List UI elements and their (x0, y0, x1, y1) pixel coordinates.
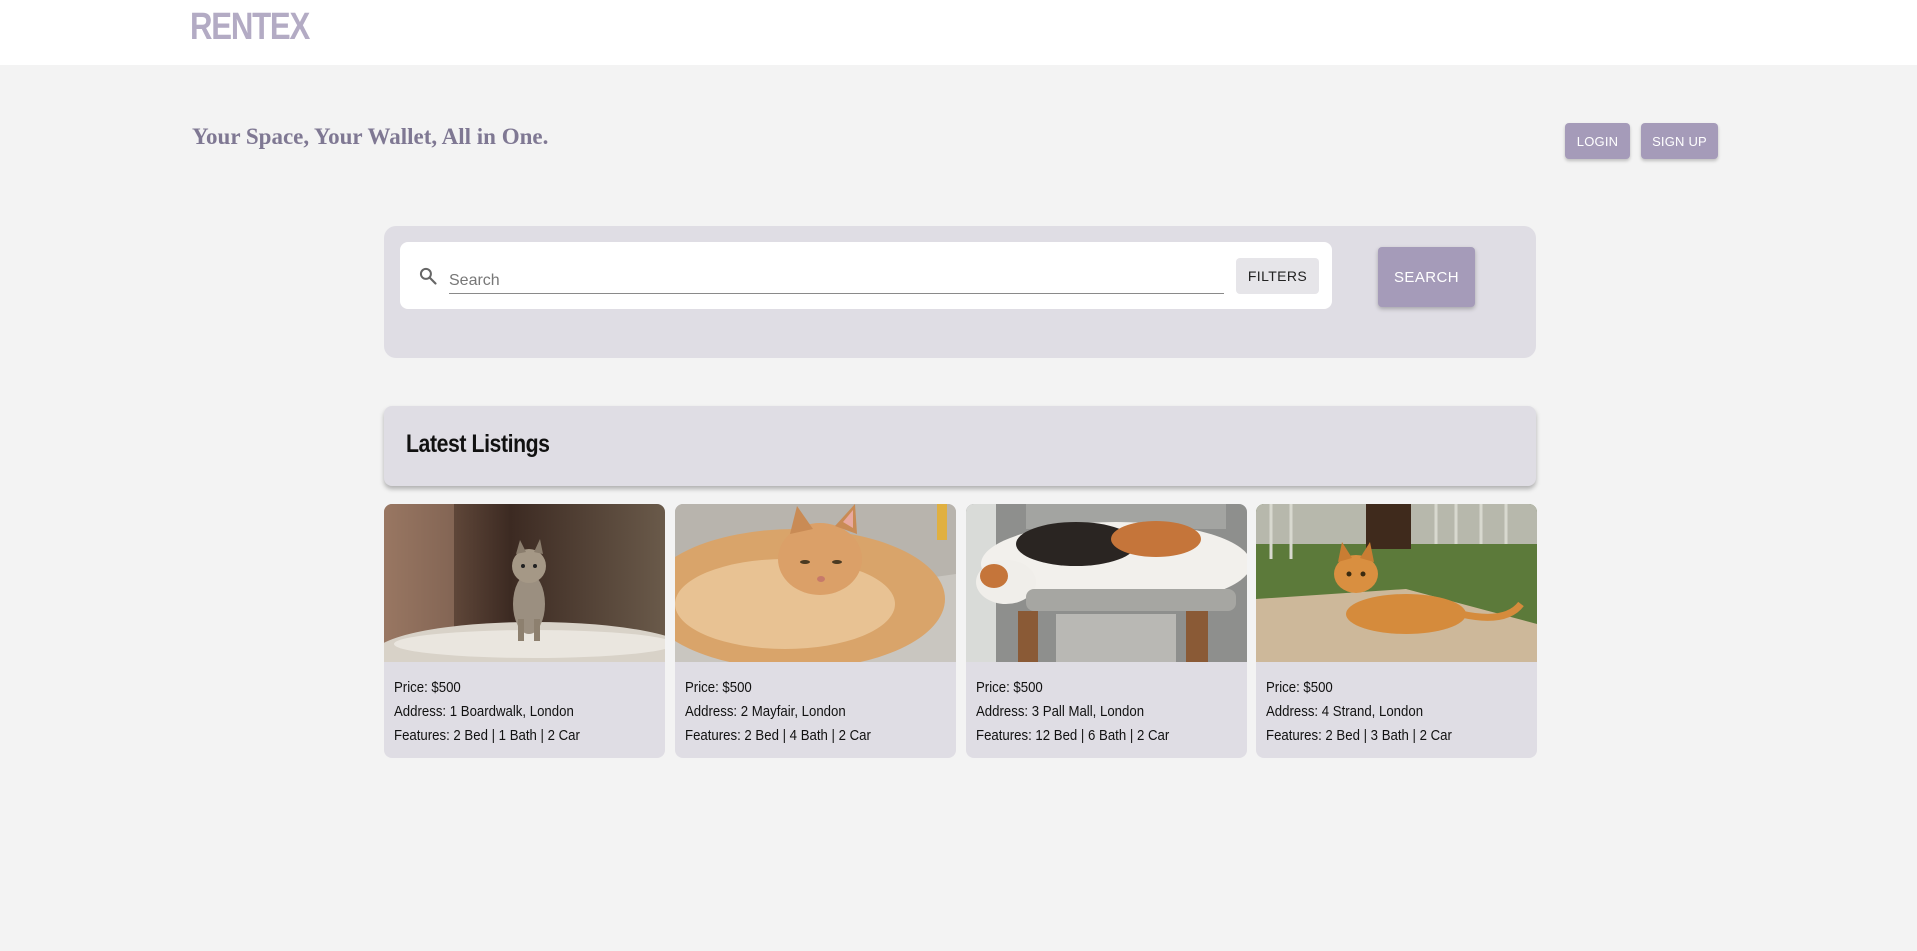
listing-info-3: Price: $500 Address: 3 Pall Mall, London… (976, 676, 1209, 748)
signup-button[interactable]: SIGN UP (1641, 123, 1718, 159)
listing-price: Price: $500 (1266, 679, 1333, 696)
listing-features: Features: 12 Bed | 6 Bath | 2 Car (976, 727, 1170, 744)
listing-features: Features: 2 Bed | 3 Bath | 2 Car (1266, 727, 1452, 744)
listing-address: Address: 3 Pall Mall, London (976, 703, 1145, 720)
login-button[interactable]: LOGIN (1565, 123, 1630, 159)
search-button[interactable]: SEARCH (1378, 247, 1475, 307)
listing-info-1: Price: $500 Address: 1 Boardwalk, London… (394, 676, 627, 748)
listing-cards: Price: $500 Address: 1 Boardwalk, London… (384, 504, 1537, 758)
listing-address: Address: 1 Boardwalk, London (394, 703, 574, 720)
listing-address: Address: 2 Mayfair, London (685, 703, 846, 720)
brand-logo[interactable]: RENTEX (190, 6, 310, 49)
listing-image-3 (966, 504, 1247, 662)
listing-price: Price: $500 (685, 679, 752, 696)
search-panel: FILTERS SEARCH (384, 226, 1536, 358)
listing-info-2: Price: $500 Address: 2 Mayfair, London F… (685, 676, 918, 748)
listing-card-4[interactable]: Price: $500 Address: 4 Strand, London Fe… (1256, 504, 1537, 758)
listing-image-2 (675, 504, 956, 662)
listing-card-3[interactable]: Price: $500 Address: 3 Pall Mall, London… (966, 504, 1247, 758)
top-navbar: RENTEX (0, 0, 1917, 65)
listing-image-4 (1256, 504, 1537, 662)
listing-card-1[interactable]: Price: $500 Address: 1 Boardwalk, London… (384, 504, 665, 758)
listing-price: Price: $500 (394, 679, 461, 696)
listing-price: Price: $500 (976, 679, 1043, 696)
hero-tagline: Your Space, Your Wallet, All in One. (192, 124, 549, 149)
search-icon (418, 266, 438, 286)
listing-features: Features: 2 Bed | 1 Bath | 2 Car (394, 727, 580, 744)
latest-listings-title: Latest Listings (406, 430, 550, 458)
listing-address: Address: 4 Strand, London (1266, 703, 1424, 720)
latest-listings-header: Latest Listings (384, 406, 1536, 486)
listing-features: Features: 2 Bed | 4 Bath | 2 Car (685, 727, 871, 744)
filters-button[interactable]: FILTERS (1236, 258, 1319, 294)
search-box: FILTERS (400, 242, 1332, 309)
listing-image-1 (384, 504, 665, 662)
listing-info-4: Price: $500 Address: 4 Strand, London Fe… (1266, 676, 1499, 748)
listing-card-2[interactable]: Price: $500 Address: 2 Mayfair, London F… (675, 504, 956, 758)
search-input[interactable] (449, 262, 1224, 294)
